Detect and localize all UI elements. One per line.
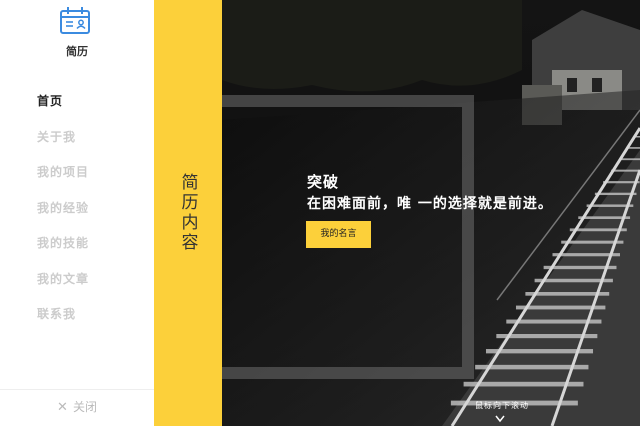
sidebar: 简历 首页 关于我 我的项目 我的经验 我的技能 我的文章 联系我 ✕ 关闭 bbox=[0, 0, 154, 426]
nav-item-home[interactable]: 首页 bbox=[37, 92, 89, 128]
nav-item-about[interactable]: 关于我 bbox=[37, 128, 89, 164]
scroll-hint: 鼠标向下滚动 bbox=[475, 401, 529, 410]
nav-item-skills[interactable]: 我的技能 bbox=[37, 234, 89, 270]
quote-button[interactable]: 我的名言 bbox=[306, 221, 371, 248]
section-strip: 简历内容 bbox=[154, 0, 222, 426]
headline: 突破 在困难面前，唯 一的选择就是前进。 bbox=[307, 172, 553, 215]
strip-title: 简历内容 bbox=[177, 173, 198, 253]
nav-item-experience[interactable]: 我的经验 bbox=[37, 199, 89, 235]
chevron-down-icon[interactable] bbox=[494, 414, 506, 424]
nav-item-projects[interactable]: 我的项目 bbox=[37, 163, 89, 199]
close-label: 关闭 bbox=[72, 400, 97, 414]
close-x-icon: ✕ bbox=[57, 400, 68, 415]
logo-text: 简历 bbox=[66, 45, 88, 58]
close-button[interactable]: ✕ 关闭 bbox=[0, 389, 154, 426]
nav-item-articles[interactable]: 我的文章 bbox=[37, 270, 89, 306]
hero-section: 突破 在困难面前，唯 一的选择就是前进。 我的名言 鼠标向下滚动 bbox=[222, 0, 640, 426]
calendar-profile-icon[interactable] bbox=[58, 6, 92, 36]
sidebar-nav: 首页 关于我 我的项目 我的经验 我的技能 我的文章 联系我 bbox=[37, 92, 89, 341]
rail-sleeper bbox=[611, 169, 640, 172]
hero-subtitle: 在困难面前，唯 一的选择就是前进。 bbox=[307, 196, 553, 212]
nav-item-contact[interactable]: 联系我 bbox=[37, 305, 89, 341]
hero-title: 突破 bbox=[307, 173, 340, 191]
